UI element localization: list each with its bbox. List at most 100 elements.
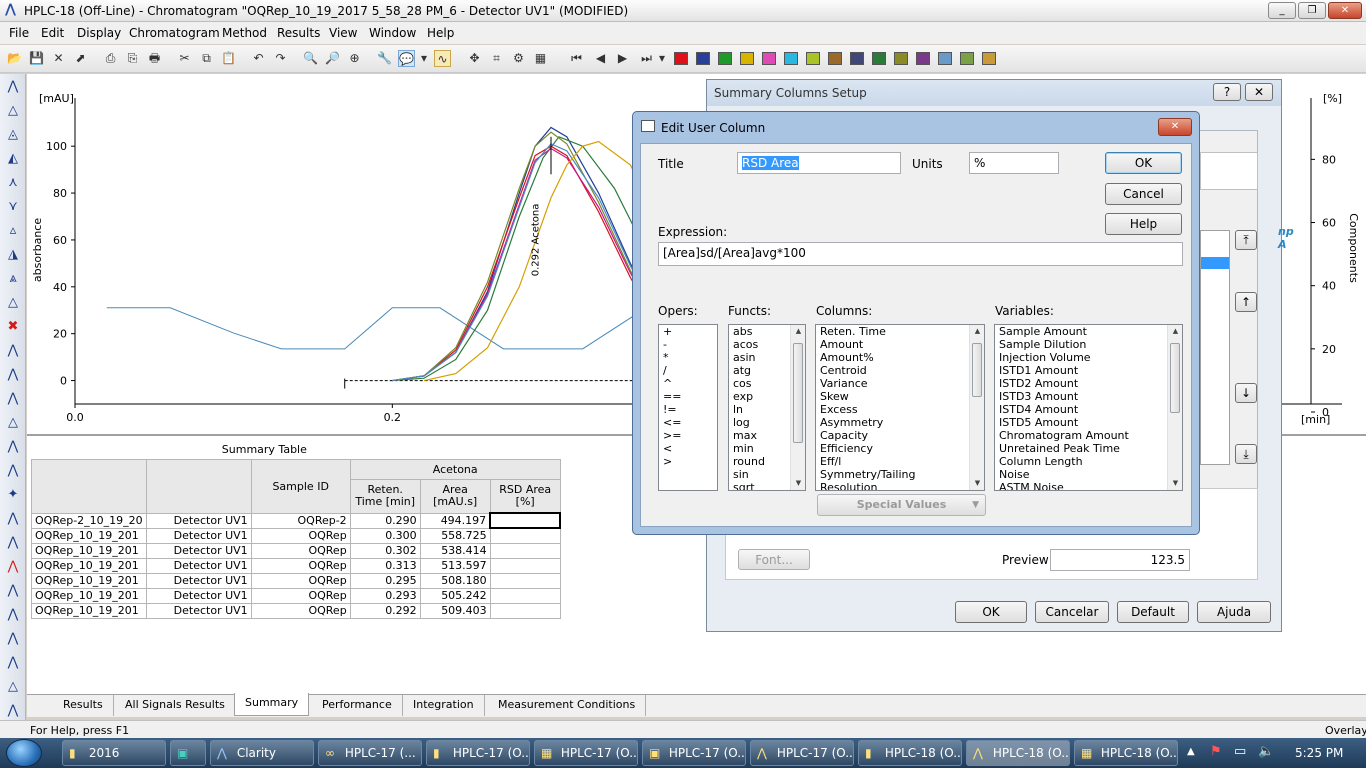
oper-item[interactable]: > xyxy=(659,455,717,468)
table-cell[interactable] xyxy=(489,587,561,604)
column-item[interactable]: Excess xyxy=(816,403,984,416)
move-bottom-icon[interactable]: ⤓ xyxy=(1235,444,1257,464)
color-swatch-2[interactable] xyxy=(696,52,710,65)
variable-item[interactable]: Unretained Peak Time xyxy=(995,442,1182,455)
tools-icon[interactable]: 🔧 xyxy=(376,50,393,67)
table-cell[interactable]: OQRep xyxy=(250,542,351,559)
table-cell[interactable]: OQRep xyxy=(250,527,351,544)
scroll-up-icon[interactable]: ▲ xyxy=(1168,325,1182,338)
taskbar-item-hplc17-c[interactable]: ▦ HPLC-17 (O... xyxy=(534,740,638,766)
menu-method[interactable]: Method xyxy=(222,26,267,40)
table-cell[interactable]: 0.313 xyxy=(349,557,421,574)
taskbar-item-app[interactable]: ▣ xyxy=(170,740,206,766)
scroll-thumb[interactable] xyxy=(1170,343,1180,413)
table-row[interactable]: OQRep_10_19_201 Detector UV1 OQRep 0.302 538… xyxy=(31,542,561,559)
color-swatch-15[interactable] xyxy=(982,52,996,65)
variables-list[interactable]: Sample Amount Sample Dilution Injection Vo… xyxy=(994,324,1183,491)
integration-tool-2-icon[interactable]: △ xyxy=(4,102,22,120)
table-row[interactable]: OQRep_10_19_201 Detector UV1 OQRep 0.292 509… xyxy=(31,602,561,619)
oper-item[interactable]: >= xyxy=(659,429,717,442)
variable-item[interactable]: Noise xyxy=(995,468,1182,481)
integration-tool-25-icon[interactable]: ⋀ xyxy=(4,654,22,672)
integration-tool-7-icon[interactable]: ▵ xyxy=(4,222,22,240)
column-item[interactable]: Capacity xyxy=(816,429,984,442)
delete-icon[interactable]: ✕ xyxy=(50,50,67,67)
table-cell[interactable]: OQRep_10_19_201 xyxy=(31,527,147,544)
scroll-down-icon[interactable]: ▼ xyxy=(791,477,805,490)
columns-scrollbar[interactable]: ▲ ▼ xyxy=(969,325,984,490)
move-top-icon[interactable]: ⤒ xyxy=(1235,230,1257,250)
color-swatch-4[interactable] xyxy=(740,52,754,65)
move-icon[interactable]: ✥ xyxy=(466,50,483,67)
nav-dropdown-icon[interactable]: ▾ xyxy=(658,50,666,67)
variables-scrollbar[interactable]: ▲ ▼ xyxy=(1167,325,1182,490)
table-cell[interactable]: 0.300 xyxy=(349,527,421,544)
first-icon[interactable]: ⏮ xyxy=(568,50,585,67)
move-up-icon[interactable]: ↑ xyxy=(1235,292,1257,312)
euc-close-icon[interactable]: ✕ xyxy=(1158,118,1192,136)
export-icon[interactable]: ⬈ xyxy=(72,50,89,67)
variable-item[interactable]: ISTD4 Amount xyxy=(995,403,1182,416)
table-row[interactable]: OQRep_10_19_201 Detector UV1 OQRep 0.293 505… xyxy=(31,587,561,604)
table-cell[interactable]: OQRep xyxy=(250,602,351,619)
integration-tool-6-icon[interactable]: ⋎ xyxy=(4,198,22,216)
save-icon[interactable]: 💾 xyxy=(28,50,45,67)
setup-ok-button[interactable]: OK xyxy=(955,601,1027,623)
table-row[interactable]: OQRep-2_10_19_20 Detector UV1 OQRep-2 0.290… xyxy=(31,512,562,529)
table-cell[interactable]: Detector UV1 xyxy=(145,602,252,619)
integration-tool-26-icon[interactable]: △ xyxy=(4,678,22,696)
column-item[interactable]: Variance xyxy=(816,377,984,390)
table-icon[interactable]: ▦ xyxy=(532,50,549,67)
oper-item[interactable]: + xyxy=(659,325,717,338)
help-icon[interactable]: ? xyxy=(1213,83,1241,101)
table-cell[interactable]: 0.293 xyxy=(349,587,421,604)
expression-input[interactable]: [Area]sd/[Area]avg*100 xyxy=(658,242,1183,266)
table-cell[interactable]: OQRep xyxy=(250,587,351,604)
redo-icon[interactable]: ↷ xyxy=(272,50,289,67)
integration-tool-5-icon[interactable]: ⋏ xyxy=(4,174,22,192)
variable-item[interactable]: ASTM Noise xyxy=(995,481,1182,490)
menu-window[interactable]: Window xyxy=(369,26,416,40)
variable-item[interactable]: ISTD2 Amount xyxy=(995,377,1182,390)
table-cell[interactable] xyxy=(489,512,562,529)
integration-tool-19-icon[interactable]: ⋀ xyxy=(4,510,22,528)
color-swatch-11[interactable] xyxy=(894,52,908,65)
integration-tool-9-icon[interactable]: ⩓ xyxy=(4,270,22,288)
column-item[interactable]: Asymmetry xyxy=(816,416,984,429)
variable-item[interactable]: ISTD3 Amount xyxy=(995,390,1182,403)
variable-item[interactable]: ISTD1 Amount xyxy=(995,364,1182,377)
table-cell[interactable]: Detector UV1 xyxy=(145,542,252,559)
menu-edit[interactable]: Edit xyxy=(41,26,64,40)
settings-icon[interactable]: ⚙ xyxy=(510,50,527,67)
table-row[interactable]: OQRep_10_19_201 Detector UV1 OQRep 0.313 513… xyxy=(31,557,561,574)
open-icon[interactable]: 📂 xyxy=(6,50,23,67)
undo-icon[interactable]: ↶ xyxy=(250,50,267,67)
font-button[interactable]: Font... xyxy=(738,549,810,570)
tray-network-icon[interactable]: ⚑ xyxy=(1210,744,1222,759)
euc-cancel-button[interactable]: Cancel xyxy=(1105,183,1182,205)
color-swatch-8[interactable] xyxy=(828,52,842,65)
variable-item[interactable]: Injection Volume xyxy=(995,351,1182,364)
comment-icon[interactable]: 💬 xyxy=(398,50,415,67)
integration-tool-24-icon[interactable]: ⋀ xyxy=(4,630,22,648)
zoom-out-icon[interactable]: 🔎 xyxy=(324,50,341,67)
tray-monitor-icon[interactable]: ▭ xyxy=(1234,744,1246,759)
tab-all-signals-results[interactable]: All Signals Results xyxy=(115,695,236,716)
integration-tool-10-icon[interactable]: △ xyxy=(4,294,22,312)
functs-list[interactable]: abs acos asin atg cos exp ln log max min round sin s… xyxy=(728,324,806,491)
tab-integration[interactable]: Integration xyxy=(403,695,485,716)
table-cell[interactable]: 538.414 xyxy=(419,542,491,559)
title-input[interactable]: RSD Area xyxy=(737,152,901,174)
variable-item[interactable]: Chromatogram Amount xyxy=(995,429,1182,442)
menu-view[interactable]: View xyxy=(329,26,357,40)
integration-tool-20-icon[interactable]: ⋀ xyxy=(4,534,22,552)
oper-item[interactable]: - xyxy=(659,338,717,351)
column-item[interactable]: Efficiency xyxy=(816,442,984,455)
integration-tool-12-icon[interactable]: ⋀ xyxy=(4,342,22,360)
table-cell[interactable]: OQRep-2 xyxy=(250,512,351,529)
setup-default-button[interactable]: Default xyxy=(1117,601,1189,623)
setup-column-list[interactable] xyxy=(1200,230,1230,465)
column-item[interactable]: Amount xyxy=(816,338,984,351)
tab-performance[interactable]: Performance xyxy=(312,695,403,716)
scroll-thumb[interactable] xyxy=(793,343,803,443)
